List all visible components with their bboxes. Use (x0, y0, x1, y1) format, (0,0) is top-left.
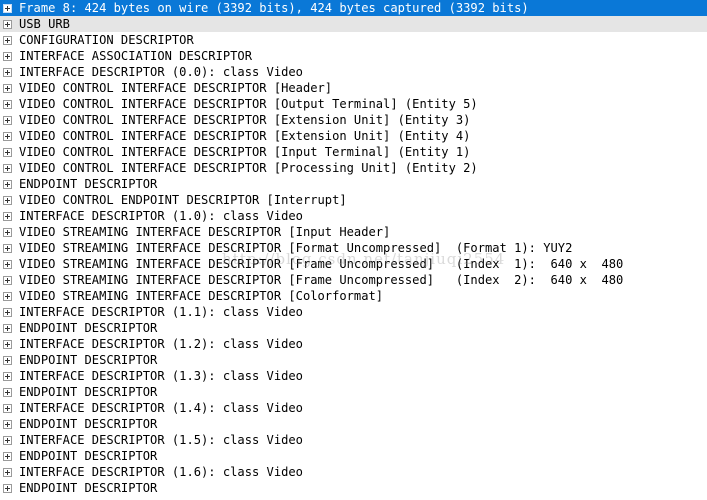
tree-row-label: VIDEO CONTROL INTERFACE DESCRIPTOR [Exte… (19, 129, 471, 143)
tree-row-label: INTERFACE DESCRIPTOR (1.1): class Video (19, 305, 303, 319)
tree-row[interactable]: INTERFACE DESCRIPTOR (1.6): class Video (0, 464, 707, 480)
expand-plus-icon[interactable] (3, 275, 12, 285)
expand-plus-icon[interactable] (3, 435, 12, 445)
tree-row[interactable]: ENDPOINT DESCRIPTOR (0, 480, 707, 496)
expand-plus-icon[interactable] (3, 99, 12, 109)
tree-row[interactable]: CONFIGURATION DESCRIPTOR (0, 32, 707, 48)
tree-row[interactable]: INTERFACE DESCRIPTOR (0.0): class Video (0, 64, 707, 80)
tree-row[interactable]: INTERFACE DESCRIPTOR (1.3): class Video (0, 368, 707, 384)
tree-row-label: VIDEO CONTROL INTERFACE DESCRIPTOR [Outp… (19, 97, 478, 111)
tree-row-label: VIDEO STREAMING INTERFACE DESCRIPTOR [Fo… (19, 241, 573, 255)
expand-plus-icon[interactable] (3, 163, 12, 173)
tree-row-label: VIDEO CONTROL INTERFACE DESCRIPTOR [Exte… (19, 113, 471, 127)
expand-plus-icon[interactable] (3, 83, 12, 93)
tree-row[interactable]: VIDEO STREAMING INTERFACE DESCRIPTOR [Fr… (0, 256, 707, 272)
expand-plus-icon[interactable] (3, 243, 12, 253)
tree-row[interactable]: ENDPOINT DESCRIPTOR (0, 448, 707, 464)
expand-plus-icon[interactable] (3, 339, 12, 349)
expand-plus-icon[interactable] (3, 3, 12, 13)
expand-plus-icon[interactable] (3, 419, 12, 429)
tree-row[interactable]: INTERFACE ASSOCIATION DESCRIPTOR (0, 48, 707, 64)
tree-row[interactable]: USB URB (0, 16, 707, 32)
tree-row[interactable]: VIDEO CONTROL INTERFACE DESCRIPTOR [Outp… (0, 96, 707, 112)
expand-plus-icon[interactable] (3, 403, 12, 413)
tree-row-label: VIDEO CONTROL INTERFACE DESCRIPTOR [Proc… (19, 161, 478, 175)
expand-plus-icon[interactable] (3, 371, 12, 381)
expand-plus-icon[interactable] (3, 35, 12, 45)
tree-row[interactable]: VIDEO STREAMING INTERFACE DESCRIPTOR [Fo… (0, 240, 707, 256)
tree-row-label: VIDEO STREAMING INTERFACE DESCRIPTOR [Co… (19, 289, 384, 303)
expand-plus-icon[interactable] (3, 227, 12, 237)
tree-row-label: VIDEO CONTROL INTERFACE DESCRIPTOR [Head… (19, 81, 333, 95)
tree-row[interactable]: ENDPOINT DESCRIPTOR (0, 352, 707, 368)
tree-row-label: ENDPOINT DESCRIPTOR (19, 353, 158, 367)
tree-row[interactable]: INTERFACE DESCRIPTOR (1.0): class Video (0, 208, 707, 224)
tree-row[interactable]: ENDPOINT DESCRIPTOR (0, 176, 707, 192)
tree-row-label: USB URB (19, 17, 70, 31)
tree-row-label: INTERFACE DESCRIPTOR (0.0): class Video (19, 65, 303, 79)
expand-plus-icon[interactable] (3, 387, 12, 397)
expand-plus-icon[interactable] (3, 291, 12, 301)
tree-row-label: ENDPOINT DESCRIPTOR (19, 417, 158, 431)
expand-plus-icon[interactable] (3, 355, 12, 365)
tree-row-label: INTERFACE DESCRIPTOR (1.4): class Video (19, 401, 303, 415)
tree-row[interactable]: ENDPOINT DESCRIPTOR (0, 416, 707, 432)
tree-row[interactable]: Frame 8: 424 bytes on wire (3392 bits), … (0, 0, 707, 16)
tree-row[interactable]: VIDEO CONTROL INTERFACE DESCRIPTOR [Exte… (0, 128, 707, 144)
tree-row[interactable]: VIDEO CONTROL INTERFACE DESCRIPTOR [Inpu… (0, 144, 707, 160)
tree-row-label: VIDEO STREAMING INTERFACE DESCRIPTOR [Fr… (19, 273, 624, 287)
packet-details-tree[interactable]: Frame 8: 424 bytes on wire (3392 bits), … (0, 0, 707, 496)
tree-row-label: ENDPOINT DESCRIPTOR (19, 321, 158, 335)
tree-row[interactable]: VIDEO CONTROL INTERFACE DESCRIPTOR [Proc… (0, 160, 707, 176)
tree-row-label: INTERFACE DESCRIPTOR (1.0): class Video (19, 209, 303, 223)
tree-row-label: VIDEO CONTROL INTERFACE DESCRIPTOR [Inpu… (19, 145, 471, 159)
tree-row[interactable]: ENDPOINT DESCRIPTOR (0, 320, 707, 336)
expand-plus-icon[interactable] (3, 179, 12, 189)
tree-row-label: VIDEO CONTROL ENDPOINT DESCRIPTOR [Inter… (19, 193, 347, 207)
expand-plus-icon[interactable] (3, 51, 12, 61)
expand-plus-icon[interactable] (3, 467, 12, 477)
tree-row-label: INTERFACE DESCRIPTOR (1.5): class Video (19, 433, 303, 447)
tree-row-label: ENDPOINT DESCRIPTOR (19, 449, 158, 463)
tree-row[interactable]: INTERFACE DESCRIPTOR (1.5): class Video (0, 432, 707, 448)
expand-plus-icon[interactable] (3, 307, 12, 317)
expand-plus-icon[interactable] (3, 195, 12, 205)
tree-row-label: ENDPOINT DESCRIPTOR (19, 177, 158, 191)
tree-row-label: ENDPOINT DESCRIPTOR (19, 481, 158, 495)
expand-plus-icon[interactable] (3, 451, 12, 461)
tree-row-label: ENDPOINT DESCRIPTOR (19, 385, 158, 399)
tree-row-label: VIDEO STREAMING INTERFACE DESCRIPTOR [In… (19, 225, 391, 239)
tree-row[interactable]: VIDEO STREAMING INTERFACE DESCRIPTOR [Co… (0, 288, 707, 304)
tree-row[interactable]: INTERFACE DESCRIPTOR (1.2): class Video (0, 336, 707, 352)
expand-plus-icon[interactable] (3, 147, 12, 157)
tree-row[interactable]: VIDEO CONTROL INTERFACE DESCRIPTOR [Head… (0, 80, 707, 96)
tree-row[interactable]: VIDEO CONTROL ENDPOINT DESCRIPTOR [Inter… (0, 192, 707, 208)
tree-row[interactable]: VIDEO STREAMING INTERFACE DESCRIPTOR [Fr… (0, 272, 707, 288)
tree-row[interactable]: VIDEO CONTROL INTERFACE DESCRIPTOR [Exte… (0, 112, 707, 128)
expand-plus-icon[interactable] (3, 19, 12, 29)
tree-row[interactable]: VIDEO STREAMING INTERFACE DESCRIPTOR [In… (0, 224, 707, 240)
tree-row-label: INTERFACE ASSOCIATION DESCRIPTOR (19, 49, 252, 63)
expand-plus-icon[interactable] (3, 131, 12, 141)
expand-plus-icon[interactable] (3, 115, 12, 125)
expand-plus-icon[interactable] (3, 211, 12, 221)
tree-row-label: VIDEO STREAMING INTERFACE DESCRIPTOR [Fr… (19, 257, 624, 271)
expand-plus-icon[interactable] (3, 323, 12, 333)
tree-row[interactable]: ENDPOINT DESCRIPTOR (0, 384, 707, 400)
expand-plus-icon[interactable] (3, 259, 12, 269)
tree-row[interactable]: INTERFACE DESCRIPTOR (1.1): class Video (0, 304, 707, 320)
tree-row-label: INTERFACE DESCRIPTOR (1.2): class Video (19, 337, 303, 351)
tree-row[interactable]: INTERFACE DESCRIPTOR (1.4): class Video (0, 400, 707, 416)
tree-row-label: INTERFACE DESCRIPTOR (1.6): class Video (19, 465, 303, 479)
tree-row-label: INTERFACE DESCRIPTOR (1.3): class Video (19, 369, 303, 383)
tree-row-label: CONFIGURATION DESCRIPTOR (19, 33, 194, 47)
expand-plus-icon[interactable] (3, 67, 12, 77)
expand-plus-icon[interactable] (3, 483, 12, 493)
tree-row-label: Frame 8: 424 bytes on wire (3392 bits), … (19, 1, 529, 15)
